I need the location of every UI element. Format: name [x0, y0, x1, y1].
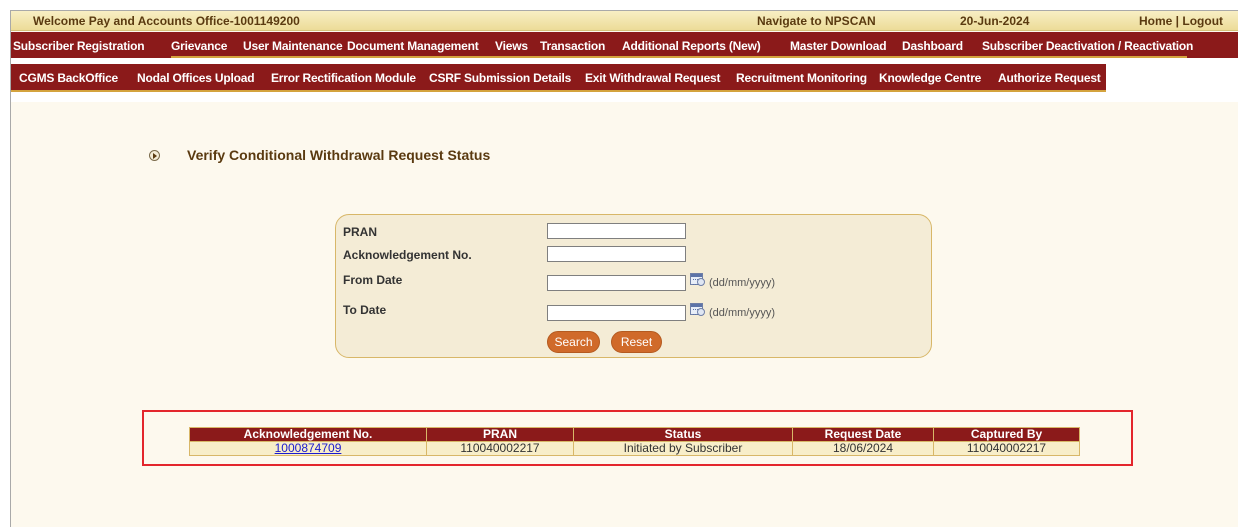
- top-bar: Welcome Pay and Accounts Office-10011492…: [11, 11, 1238, 31]
- search-button[interactable]: Search: [547, 331, 600, 353]
- to-date-input[interactable]: [547, 305, 686, 321]
- menu-grievance[interactable]: Grievance: [171, 39, 227, 53]
- results-header-row: Acknowledgement No. PRAN Status Request …: [189, 427, 1080, 442]
- menu-additional-reports[interactable]: Additional Reports (New): [622, 39, 761, 53]
- top-links: Home | Logout: [1139, 14, 1223, 28]
- logout-link[interactable]: Logout: [1182, 14, 1223, 28]
- navigate-npscan-link[interactable]: Navigate to NPSCAN: [757, 14, 876, 28]
- main-menu-row-1: Subscriber Registration Grievance User M…: [11, 32, 1238, 58]
- menu-csrf-submission[interactable]: CSRF Submission Details: [429, 71, 571, 85]
- welcome-text: Welcome Pay and Accounts Office-10011492…: [33, 14, 300, 28]
- pran-cell: 110040002217: [426, 441, 574, 456]
- page-frame: Welcome Pay and Accounts Office-10011492…: [10, 10, 1238, 527]
- menu-cgms-backoffice[interactable]: CGMS BackOffice: [19, 71, 118, 85]
- captured-by-cell: 110040002217: [933, 441, 1080, 456]
- menu-nodal-offices-upload[interactable]: Nodal Offices Upload: [137, 71, 255, 85]
- to-date-label: To Date: [343, 303, 387, 317]
- ack-label: Acknowledgement No.: [343, 248, 472, 262]
- to-calendar-icon[interactable]: [689, 301, 707, 317]
- menu-subscriber-deactivation[interactable]: Subscriber Deactivation / Reactivation: [982, 39, 1193, 53]
- col-status: Status: [573, 427, 793, 442]
- table-row: 1000874709 110040002217 Initiated by Sub…: [189, 441, 1080, 456]
- menu-exit-withdrawal[interactable]: Exit Withdrawal Request: [585, 71, 721, 85]
- search-form: PRAN Acknowledgement No. From Date (dd/m…: [335, 214, 932, 358]
- reset-button[interactable]: Reset: [611, 331, 662, 353]
- request-date-cell: 18/06/2024: [792, 441, 934, 456]
- col-captured-by: Captured By: [933, 427, 1080, 442]
- page-heading: Verify Conditional Withdrawal Request St…: [149, 147, 490, 163]
- col-request-date: Request Date: [792, 427, 934, 442]
- status-cell: Initiated by Subscriber: [573, 441, 793, 456]
- menu-error-rectification[interactable]: Error Rectification Module: [271, 71, 416, 85]
- link-separator: |: [1172, 14, 1183, 28]
- current-date: 20-Jun-2024: [960, 14, 1030, 28]
- menu-subscriber-registration[interactable]: Subscriber Registration: [13, 39, 145, 53]
- from-date-input[interactable]: [547, 275, 686, 291]
- menu-recruitment-monitoring[interactable]: Recruitment Monitoring: [736, 71, 867, 85]
- col-pran: PRAN: [426, 427, 574, 442]
- menu-master-download[interactable]: Master Download: [790, 39, 887, 53]
- pran-label: PRAN: [343, 225, 378, 239]
- col-ack-no: Acknowledgement No.: [189, 427, 427, 442]
- pran-input[interactable]: [547, 223, 686, 239]
- menu-knowledge-centre[interactable]: Knowledge Centre: [879, 71, 981, 85]
- ack-no-cell: 1000874709: [189, 441, 427, 456]
- menu-row-2-band: CGMS BackOffice Nodal Offices Upload Err…: [11, 64, 1106, 92]
- from-date-label: From Date: [343, 273, 403, 287]
- ack-input[interactable]: [547, 246, 686, 262]
- home-link[interactable]: Home: [1139, 14, 1172, 28]
- from-date-format: (dd/mm/yyyy): [709, 277, 775, 289]
- menu-user-maintenance[interactable]: User Maintenance: [243, 39, 343, 53]
- ack-no-link[interactable]: 1000874709: [275, 441, 342, 455]
- to-date-format: (dd/mm/yyyy): [709, 307, 775, 319]
- menu-document-management[interactable]: Document Management: [347, 39, 479, 53]
- page-title: Verify Conditional Withdrawal Request St…: [187, 147, 491, 163]
- main-menu-row-2: CGMS BackOffice Nodal Offices Upload Err…: [11, 58, 1238, 102]
- menu-dashboard[interactable]: Dashboard: [902, 39, 963, 53]
- arrow-bullet-icon: [149, 149, 160, 161]
- menu-authorize-request[interactable]: Authorize Request: [998, 71, 1101, 85]
- results-table: Acknowledgement No. PRAN Status Request …: [189, 427, 1080, 456]
- from-calendar-icon[interactable]: [689, 271, 707, 287]
- menu-views[interactable]: Views: [495, 39, 528, 53]
- menu-transaction[interactable]: Transaction: [540, 39, 605, 53]
